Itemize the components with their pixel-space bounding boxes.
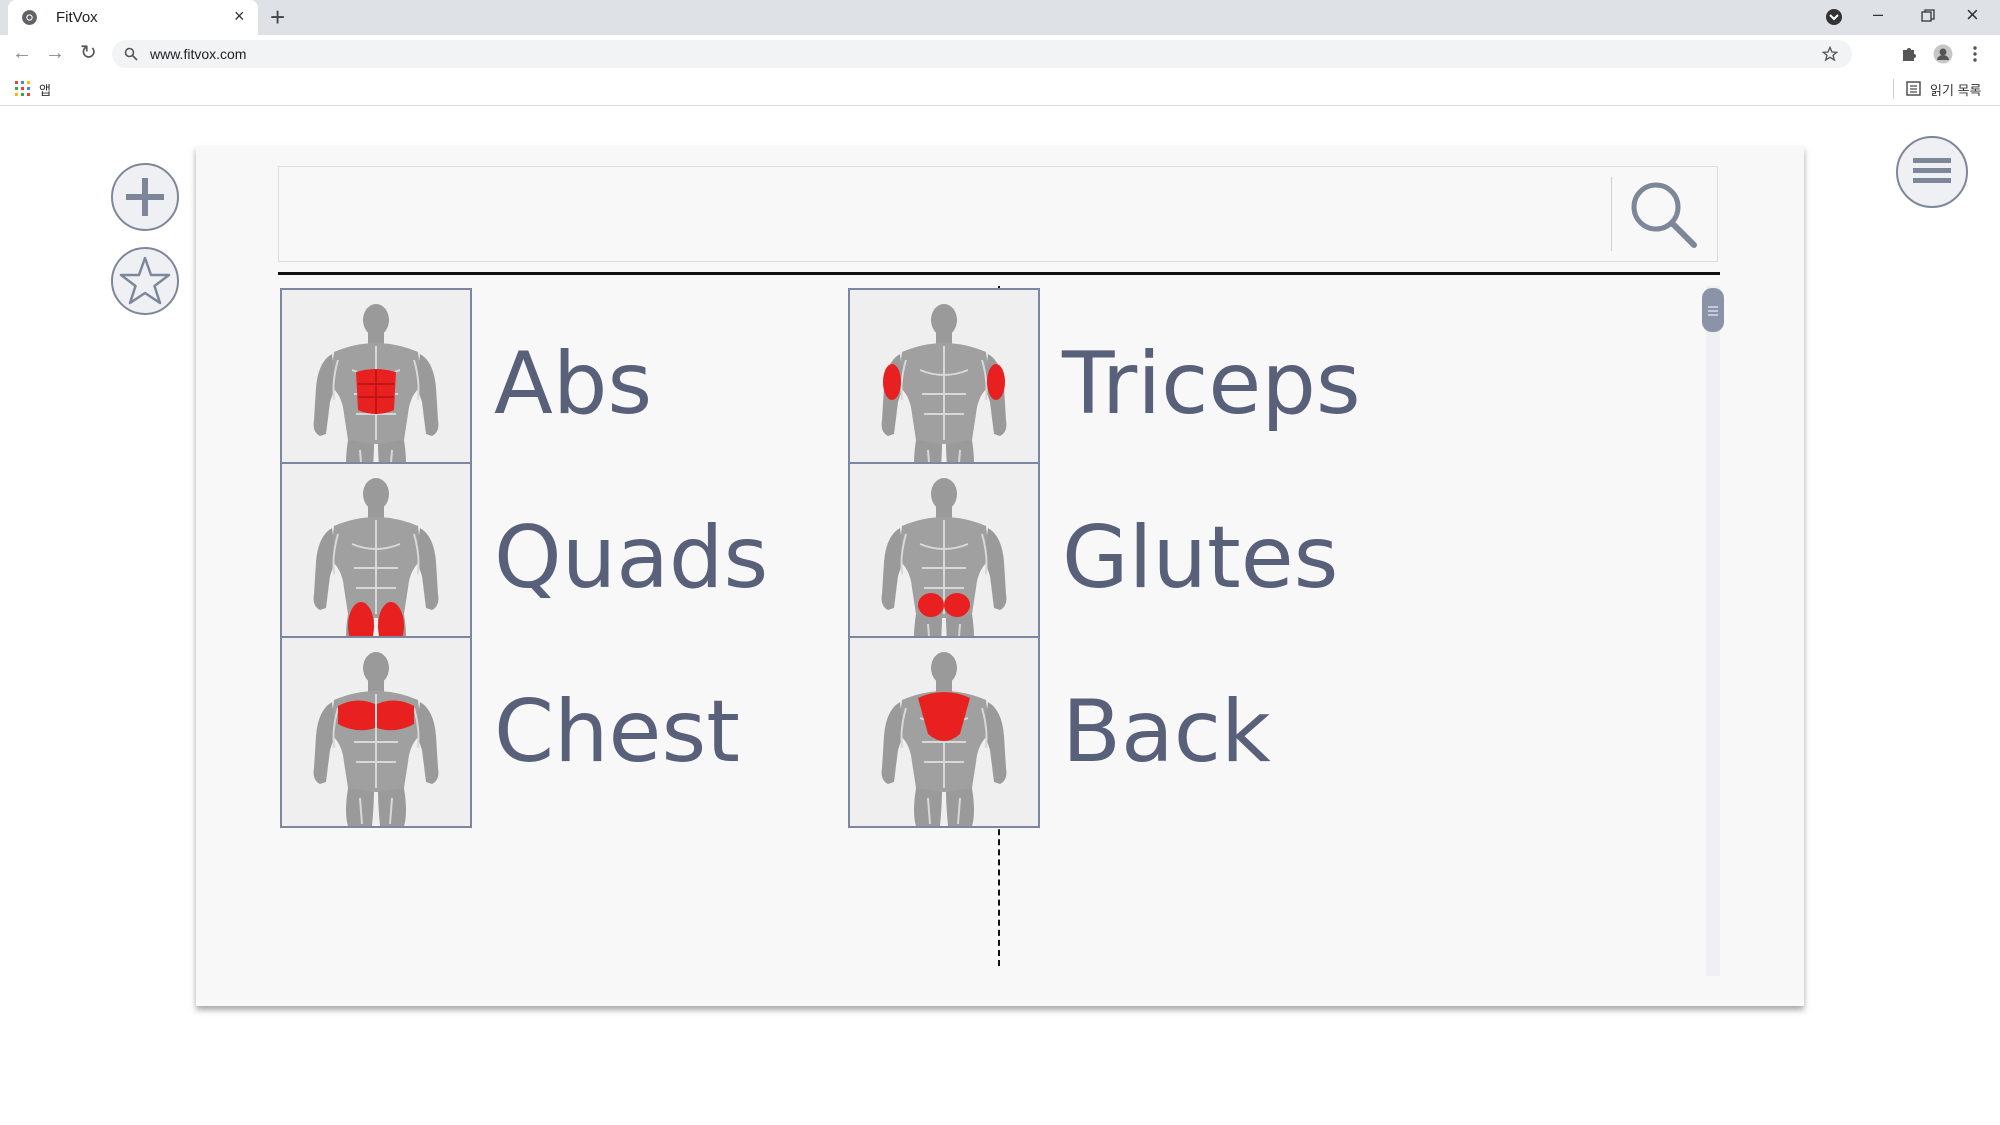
muscle-thumbnail[interactable]: [280, 462, 472, 654]
close-window-icon[interactable]: ×: [1966, 2, 1979, 28]
abs-muscle-figure-icon: [282, 290, 470, 478]
upper-back-muscle-figure-icon: [850, 638, 1038, 826]
glutes-muscle-figure-icon: [850, 464, 1038, 652]
reading-list-icon[interactable]: [1906, 81, 1921, 96]
favorites-button[interactable]: [111, 247, 179, 315]
muscle-group-label[interactable]: Abs: [494, 334, 652, 434]
hamburger-menu-icon: [1913, 158, 1951, 183]
muscle-group-label[interactable]: Chest: [494, 682, 740, 782]
triceps-muscle-figure-icon: [850, 290, 1038, 478]
star-icon: [119, 256, 171, 305]
muscle-thumbnail[interactable]: [280, 636, 472, 828]
add-button[interactable]: [111, 163, 179, 231]
chest-muscle-figure-icon: [282, 638, 470, 826]
reload-icon[interactable]: ↻: [80, 43, 97, 63]
apps-label[interactable]: 앱: [39, 80, 51, 99]
back-arrow-icon[interactable]: ←: [12, 43, 32, 63]
bookmarks-separator: [1893, 79, 1894, 99]
plus-icon: [126, 178, 164, 216]
muscle-group-label[interactable]: Triceps: [1062, 334, 1361, 434]
fitvox-page: Abs Triceps Quads Glutes Chest Back: [0, 106, 2000, 1125]
minimize-icon[interactable]: –: [1873, 4, 1883, 25]
muscle-group-item-glutes[interactable]: Glutes: [848, 462, 1528, 656]
menu-button[interactable]: [1896, 136, 1968, 208]
search-icon[interactable]: [1624, 175, 1704, 255]
search-box: [278, 166, 1718, 262]
browser-tab-bar: FitVox × + – ×: [0, 0, 2000, 35]
reading-list-label[interactable]: 읽기 목록: [1930, 80, 1981, 99]
restore-icon[interactable]: [1921, 9, 1935, 23]
address-bar[interactable]: www.fitvox.com: [112, 40, 1852, 68]
muscle-thumbnail[interactable]: [848, 462, 1040, 654]
header-divider: [278, 272, 1720, 275]
bookmark-star-icon[interactable]: [1822, 46, 1838, 62]
profile-dropdown-icon[interactable]: [1825, 8, 1843, 26]
browser-toolbar: ← → ↻ www.fitvox.com: [0, 35, 2000, 73]
browser-menu-dots-icon[interactable]: [1972, 45, 1978, 63]
bookmarks-bar: 앱 읽기 목록: [0, 73, 2000, 106]
muscle-group-label[interactable]: Back: [1062, 682, 1271, 782]
scrollbar-thumb[interactable]: [1702, 288, 1724, 332]
scrollbar-track[interactable]: [1706, 286, 1720, 976]
muscle-group-label[interactable]: Quads: [494, 508, 768, 608]
url-text: www.fitvox.com: [150, 46, 247, 62]
browser-tab[interactable]: FitVox ×: [8, 0, 258, 35]
muscle-group-item-triceps[interactable]: Triceps: [848, 288, 1528, 482]
forward-arrow-icon[interactable]: →: [45, 43, 65, 63]
muscle-thumbnail[interactable]: [280, 288, 472, 480]
search-input[interactable]: [289, 177, 1633, 253]
extensions-puzzle-icon[interactable]: [1900, 45, 1918, 63]
tab-close-icon[interactable]: ×: [234, 7, 245, 25]
chrome-favicon-icon: [22, 10, 37, 25]
muscle-groups-panel: Abs Triceps Quads Glutes Chest Back: [196, 146, 1804, 1006]
search-small-icon: [124, 47, 138, 61]
apps-grid-icon[interactable]: [15, 81, 30, 96]
new-tab-button[interactable]: +: [270, 3, 285, 31]
search-divider: [1611, 177, 1612, 251]
profile-avatar-icon[interactable]: [1933, 44, 1953, 64]
muscle-group-item-back[interactable]: Back: [848, 636, 1528, 830]
muscle-thumbnail[interactable]: [848, 288, 1040, 480]
muscle-group-label[interactable]: Glutes: [1062, 508, 1338, 608]
quads-muscle-figure-icon: [282, 464, 470, 652]
muscle-thumbnail[interactable]: [848, 636, 1040, 828]
tab-title: FitVox: [56, 9, 98, 26]
